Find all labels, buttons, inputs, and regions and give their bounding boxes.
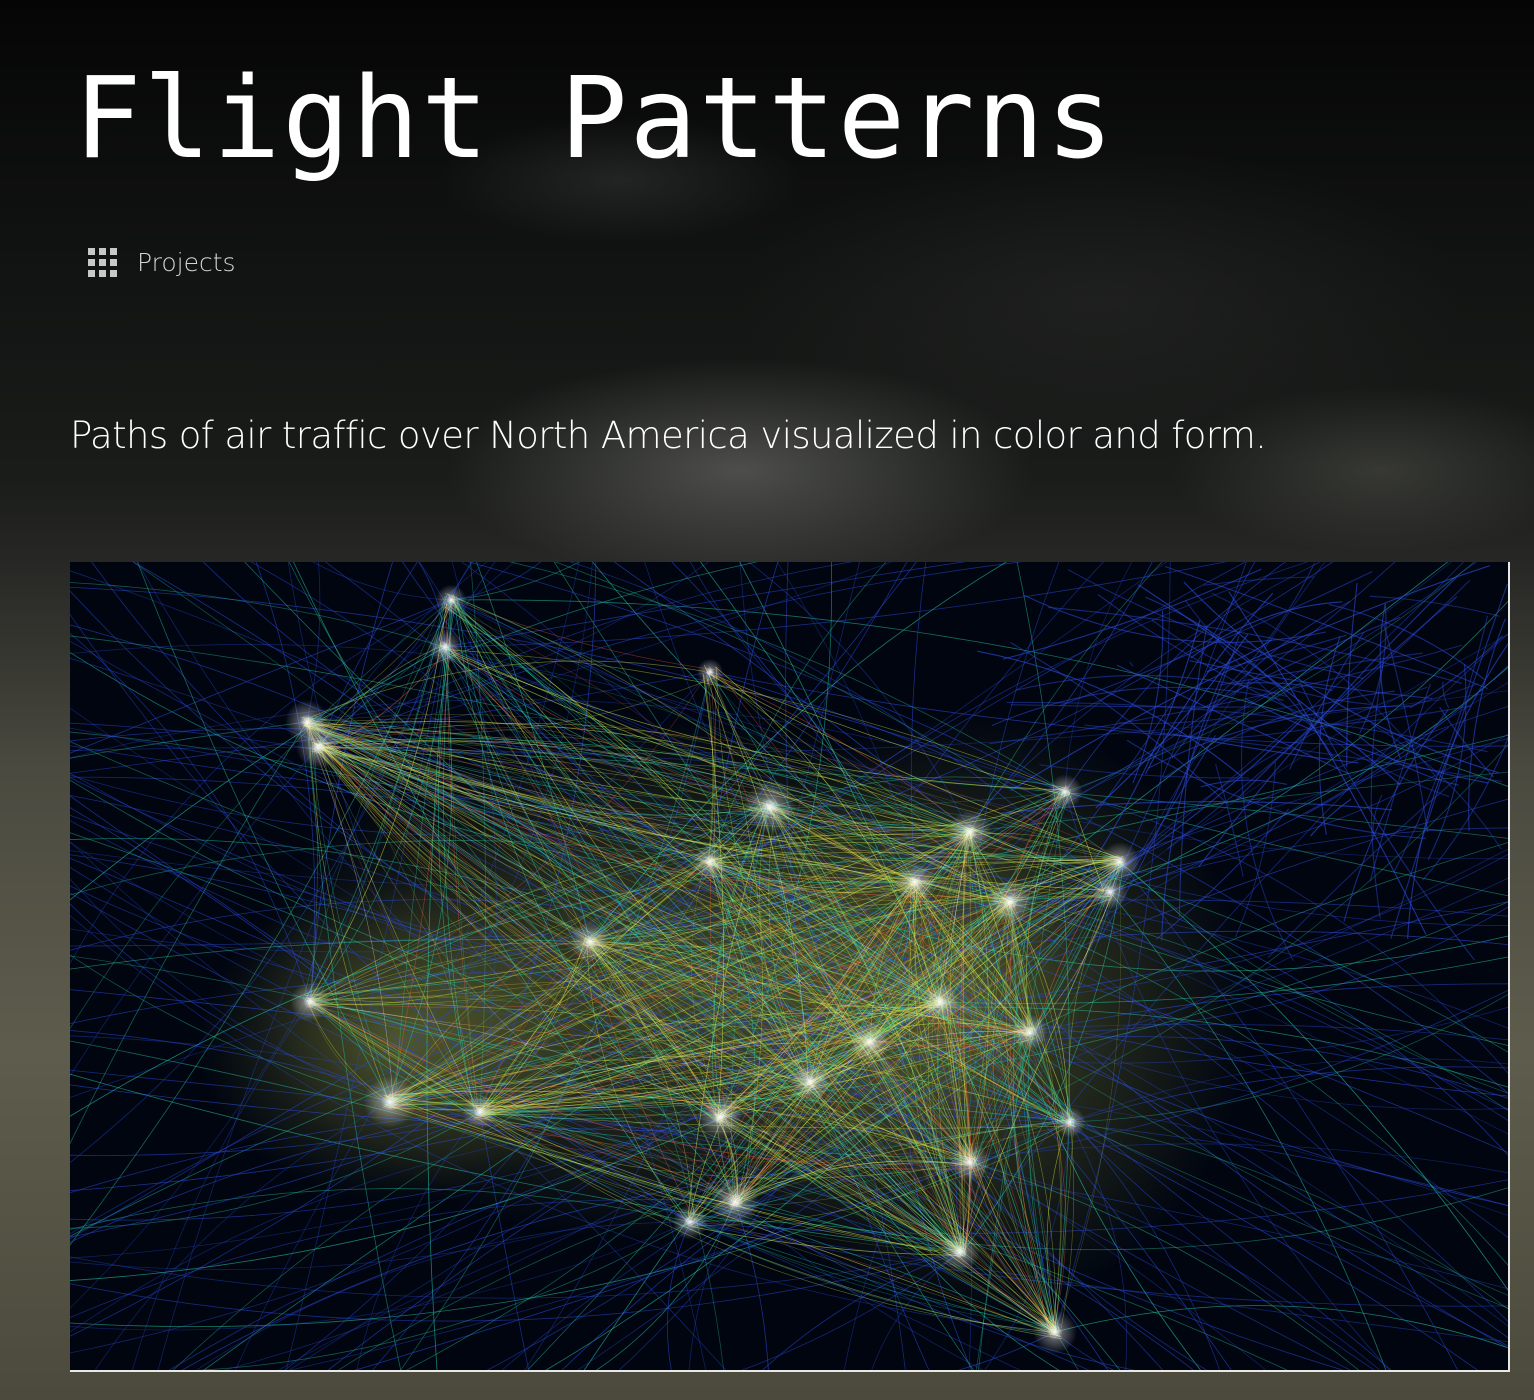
projects-label: Projects [137, 247, 236, 277]
airport-hub [950, 1142, 990, 1182]
airport-hub [296, 725, 340, 769]
airport-hub [940, 1232, 980, 1272]
airport-hub [698, 1095, 742, 1139]
airport-hub [710, 1177, 760, 1227]
airport-hub [427, 629, 463, 665]
airport-hub [948, 810, 992, 854]
airport-hub [1047, 774, 1083, 810]
airport-hub [692, 844, 728, 880]
project-description: Paths of air traffic over North America … [70, 414, 1267, 457]
flight-paths-visualization [70, 562, 1508, 1370]
projects-link[interactable]: Projects [88, 240, 236, 284]
airport-hub [672, 1204, 708, 1240]
airport-hub [1054, 1106, 1086, 1138]
airport-hub [435, 584, 467, 616]
grid-icon [88, 247, 117, 277]
airport-hub [850, 1022, 890, 1062]
page-title: Flight Patterns [74, 54, 1116, 184]
airport-hub [1033, 1310, 1077, 1354]
flight-paths-image [70, 562, 1510, 1372]
airport-hub [1012, 1014, 1048, 1050]
airport-hub [895, 862, 935, 902]
airport-hub [743, 780, 797, 834]
airport-hub [988, 880, 1032, 924]
airport-hub [920, 982, 960, 1022]
airport-hub [290, 982, 330, 1022]
airport-hub [790, 1062, 830, 1102]
airport-hub [696, 658, 724, 686]
airport-hub [1092, 874, 1128, 910]
airport-hub [363, 1075, 417, 1129]
airport-hub [570, 922, 610, 962]
airport-hub [462, 1094, 498, 1130]
